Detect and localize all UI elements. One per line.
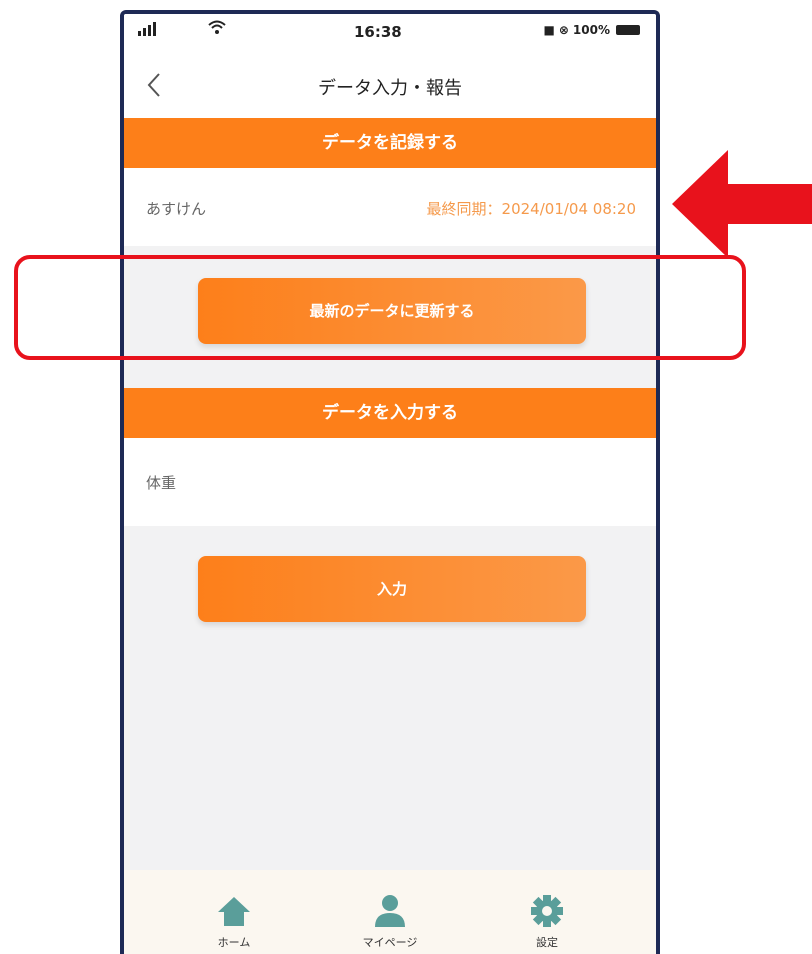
- navigation-bar: データ入力・報告: [124, 50, 656, 118]
- weight-label: 体重: [146, 474, 177, 492]
- tab-settings[interactable]: 設定: [507, 894, 587, 950]
- wifi-icon: [208, 20, 226, 34]
- tab-mypage-label: マイページ: [362, 936, 418, 949]
- gear-icon: [531, 895, 563, 927]
- status-battery: ■ ⊗ 100%: [544, 23, 640, 37]
- signal-icon: [138, 22, 156, 36]
- lock-icon: ■: [543, 23, 555, 37]
- alarm-icon: ⊗: [558, 23, 569, 37]
- status-time: 16:38: [354, 23, 402, 41]
- home-icon: [218, 897, 250, 926]
- tab-bar: ホーム マイページ 設定: [124, 870, 656, 954]
- record-section-header: データを記録する: [124, 118, 656, 168]
- battery-icon: [616, 25, 640, 35]
- input-section-header: データを入力する: [124, 388, 656, 438]
- input-button[interactable]: 入力: [198, 556, 586, 622]
- last-sync-text: 最終同期：2024/01/04 08:20: [426, 200, 636, 218]
- person-icon: [375, 895, 405, 927]
- screenshot-canvas: 16:38 ■ ⊗ 100% データ入力・報告 データを記録する あすけん 最終…: [0, 0, 812, 954]
- phone-frame: 16:38 ■ ⊗ 100% データ入力・報告 データを記録する あすけん 最終…: [120, 10, 660, 954]
- tab-mypage[interactable]: マイページ: [350, 894, 430, 950]
- highlight-annotation-box: [14, 255, 746, 360]
- tab-home-label: ホーム: [217, 936, 251, 949]
- weight-row[interactable]: 体重: [124, 438, 656, 526]
- red-arrow-annotation: [672, 150, 812, 258]
- tab-home[interactable]: ホーム: [194, 894, 274, 950]
- status-bar: 16:38 ■ ⊗ 100%: [124, 14, 656, 50]
- sync-row: あすけん 最終同期：2024/01/04 08:20: [124, 168, 656, 246]
- app-name-label: あすけん: [146, 200, 207, 218]
- battery-percent: 100%: [572, 23, 610, 37]
- tab-settings-label: 設定: [536, 936, 558, 949]
- page-title: データ入力・報告: [318, 78, 462, 99]
